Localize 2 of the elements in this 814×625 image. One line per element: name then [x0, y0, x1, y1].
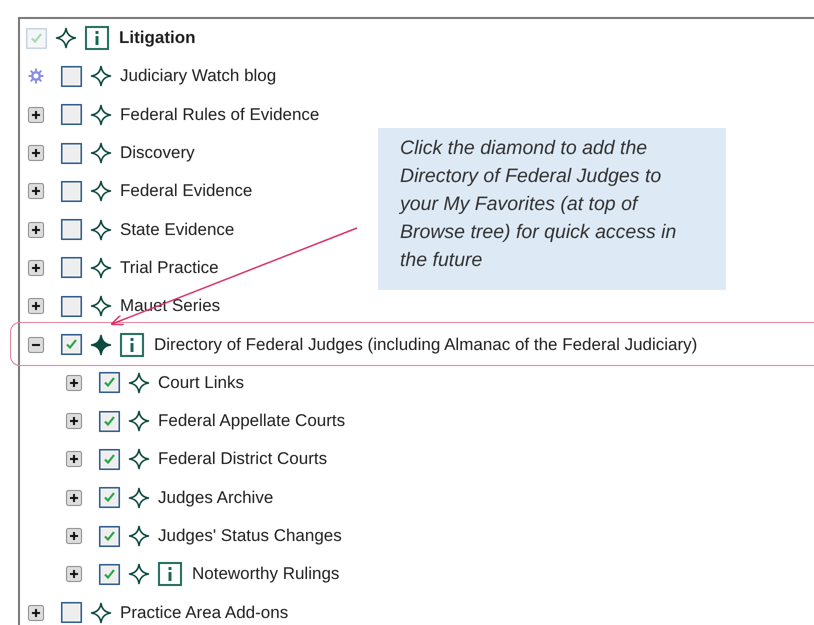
callout-note: Click the diamond to add the Directory of Federal Judges to your My Favorites (at top of Browse tree) for quick access in the future [378, 128, 726, 290]
gear-icon [28, 68, 44, 84]
